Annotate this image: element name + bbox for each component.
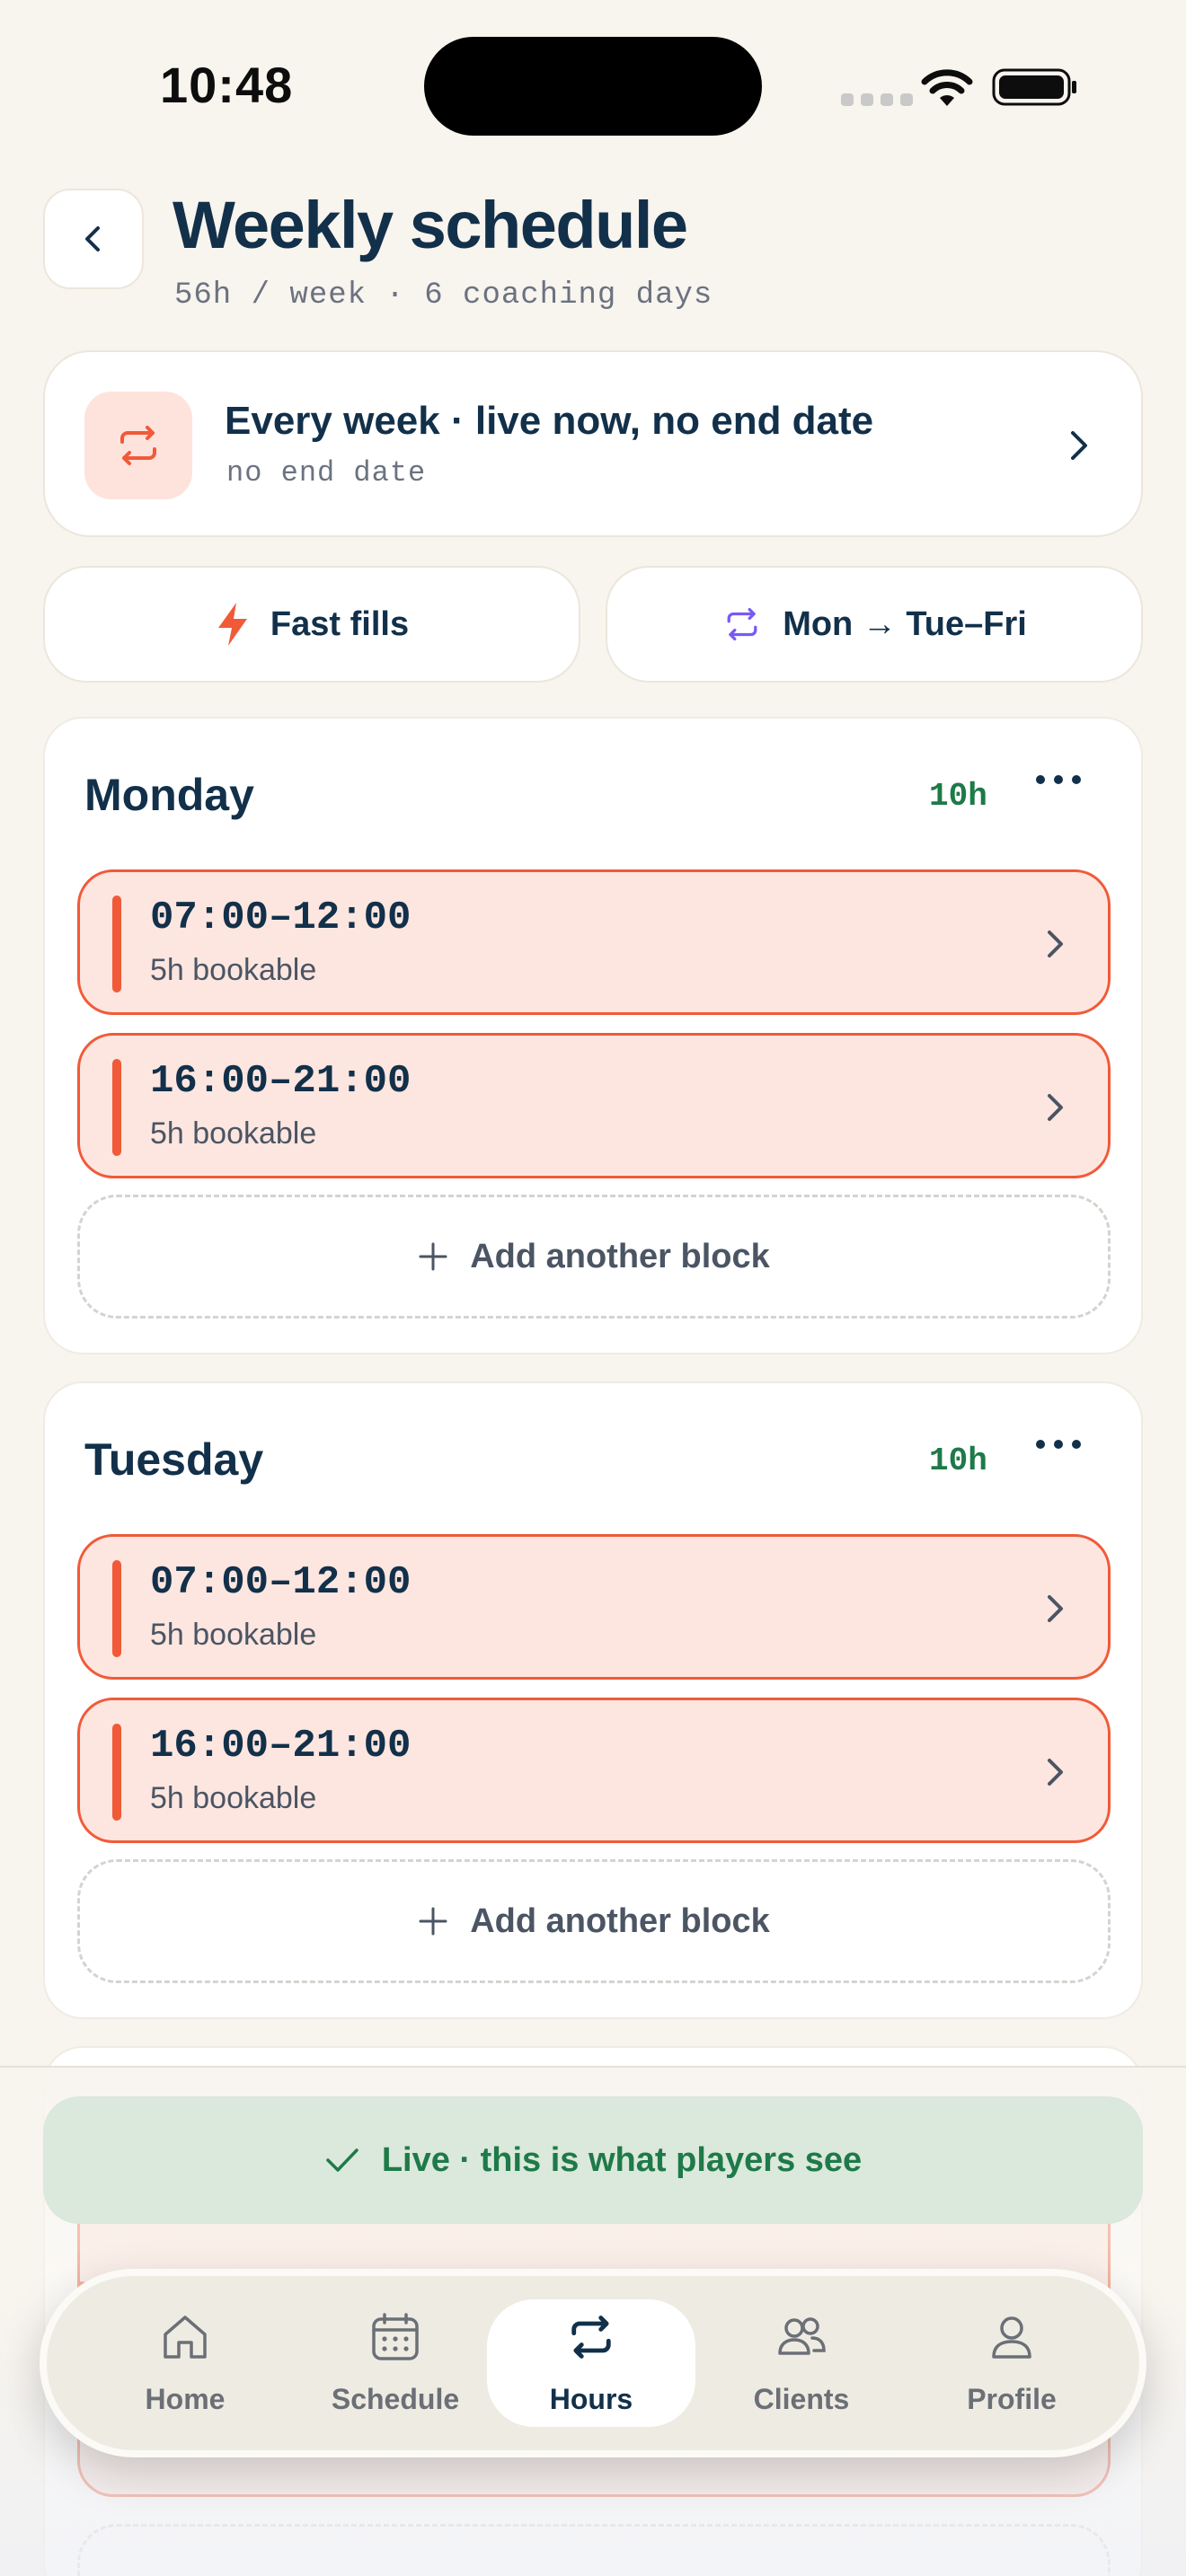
chevron-right-icon — [1048, 1595, 1063, 1622]
fast-fills-label: Fast fills — [270, 604, 410, 643]
copy-days-button[interactable]: Mon → Tue–Fri — [606, 566, 1143, 683]
status-bar: 10:48 — [0, 0, 1186, 180]
time-block[interactable]: 07:00–12:00 5h bookable — [77, 1534, 1111, 1680]
add-block-label: Add another block — [470, 1901, 770, 1940]
tab-bar: Home Schedule Hours Clients Profile — [40, 2269, 1146, 2457]
dynamic-island — [424, 37, 762, 136]
tab-clients[interactable]: Clients — [697, 2299, 906, 2427]
chevron-left-icon — [85, 226, 100, 251]
tab-schedule[interactable]: Schedule — [291, 2299, 500, 2427]
lightning-icon — [217, 603, 247, 646]
block-time: 16:00–21:00 — [150, 1059, 412, 1104]
user-icon — [992, 2316, 1031, 2359]
time-block[interactable]: 16:00–21:00 5h bookable — [77, 1033, 1111, 1178]
status-time: 10:48 — [160, 57, 294, 113]
repeat-icon — [571, 2316, 611, 2359]
block-bookable: 5h bookable — [150, 1116, 317, 1151]
page-title: Weekly schedule — [173, 188, 688, 262]
block-accent-bar — [112, 1560, 121, 1657]
tab-home[interactable]: Home — [81, 2299, 289, 2427]
block-bookable: 5h bookable — [150, 1618, 317, 1652]
users-icon — [778, 2317, 826, 2355]
page-subtitle: 56h / week · 6 coaching days — [174, 278, 713, 313]
home-icon — [164, 2316, 207, 2359]
chevron-right-icon — [1071, 431, 1087, 460]
recurrence-icon-badge — [84, 392, 192, 499]
block-accent-bar — [112, 1059, 121, 1156]
time-block[interactable]: 07:00–12:00 5h bookable — [77, 869, 1111, 1015]
tab-label: Schedule — [331, 2383, 460, 2415]
block-time: 16:00–21:00 — [150, 1724, 412, 1769]
check-icon — [326, 2148, 358, 2172]
time-block[interactable]: 16:00–21:00 5h bookable — [77, 1698, 1111, 1843]
battery-icon — [992, 68, 1076, 106]
add-block-button[interactable]: Add another block — [77, 1859, 1111, 1983]
calendar-icon — [372, 2313, 419, 2360]
block-time: 07:00–12:00 — [150, 895, 412, 940]
block-accent-bar — [112, 895, 121, 992]
recurrence-card[interactable]: Every week · live now, no end date no en… — [43, 350, 1143, 537]
chevron-right-icon — [1048, 931, 1063, 957]
tab-label: Clients — [753, 2383, 850, 2415]
block-accent-bar — [112, 1724, 121, 1821]
chevron-right-icon — [1048, 1759, 1063, 1786]
day-hours: 10h — [929, 778, 987, 815]
chevron-right-icon — [1048, 1094, 1063, 1121]
live-status-text: Live · this is what players see — [381, 2140, 863, 2179]
repeat-icon — [120, 426, 156, 465]
fast-fills-button[interactable]: Fast fills — [43, 566, 580, 683]
day-name: Tuesday — [84, 1434, 264, 1485]
tab-label: Home — [145, 2383, 226, 2415]
day-hours: 10h — [929, 1442, 987, 1479]
recurrence-subtitle: no end date — [226, 456, 427, 490]
wifi-icon — [921, 69, 973, 106]
recurrence-title: Every week · live now, no end date — [225, 399, 874, 443]
day-name: Monday — [84, 770, 254, 820]
plus-icon — [419, 1242, 447, 1271]
repeat-icon — [727, 607, 757, 641]
block-bookable: 5h bookable — [150, 953, 317, 987]
back-button[interactable] — [43, 189, 144, 289]
block-bookable: 5h bookable — [150, 1781, 317, 1815]
day-card-tuesday: Tuesday 10h 07:00–12:00 5h bookable 16:0… — [43, 1381, 1143, 2019]
copy-days-label: Mon → Tue–Fri — [783, 604, 1027, 643]
plus-icon — [419, 1907, 447, 1936]
tab-label: Hours — [549, 2383, 633, 2415]
tab-hours[interactable]: Hours — [487, 2299, 695, 2427]
live-status-banner: Live · this is what players see — [43, 2096, 1143, 2224]
more-icon[interactable] — [1033, 1434, 1084, 1455]
day-card-monday: Monday 10h 07:00–12:00 5h bookable 16:00… — [43, 717, 1143, 1354]
block-time: 07:00–12:00 — [150, 1560, 412, 1605]
cellular-signal-icon — [841, 93, 913, 106]
more-icon[interactable] — [1033, 769, 1084, 790]
tab-label: Profile — [967, 2383, 1057, 2415]
add-block-button[interactable]: Add another block — [77, 1195, 1111, 1319]
tab-profile[interactable]: Profile — [907, 2299, 1116, 2427]
add-block-label: Add another block — [470, 1237, 770, 1275]
